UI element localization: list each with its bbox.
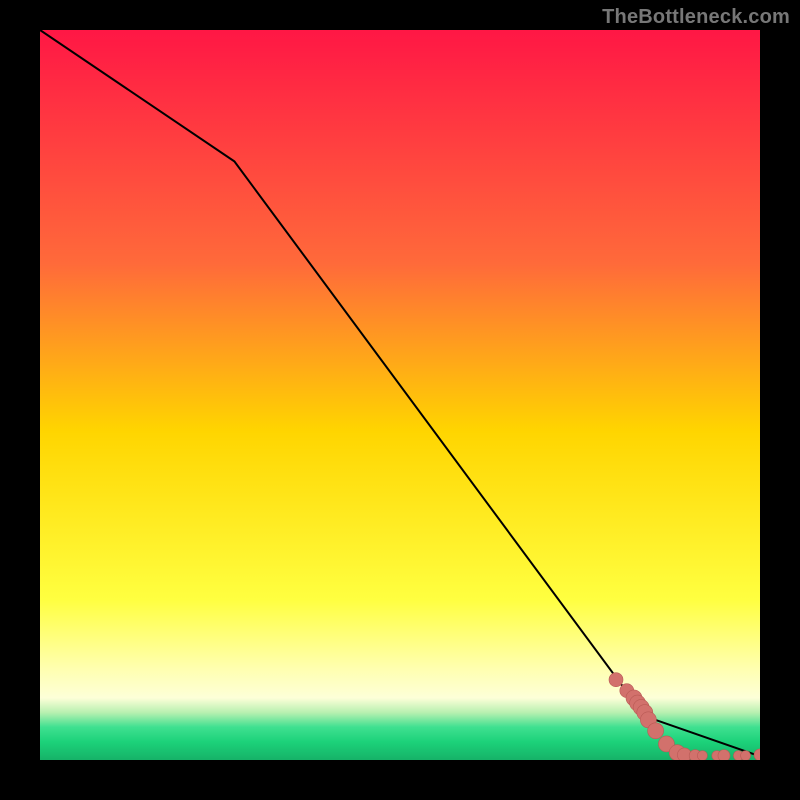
chart-root: TheBottleneck.com (0, 0, 800, 800)
data-point (609, 673, 623, 687)
attribution-watermark: TheBottleneck.com (602, 6, 790, 29)
plot-area (40, 30, 760, 760)
data-point (697, 751, 707, 760)
data-point (648, 723, 664, 739)
gradient-background (40, 30, 760, 760)
data-point (741, 751, 751, 760)
data-point (718, 750, 730, 760)
chart-svg (40, 30, 760, 760)
